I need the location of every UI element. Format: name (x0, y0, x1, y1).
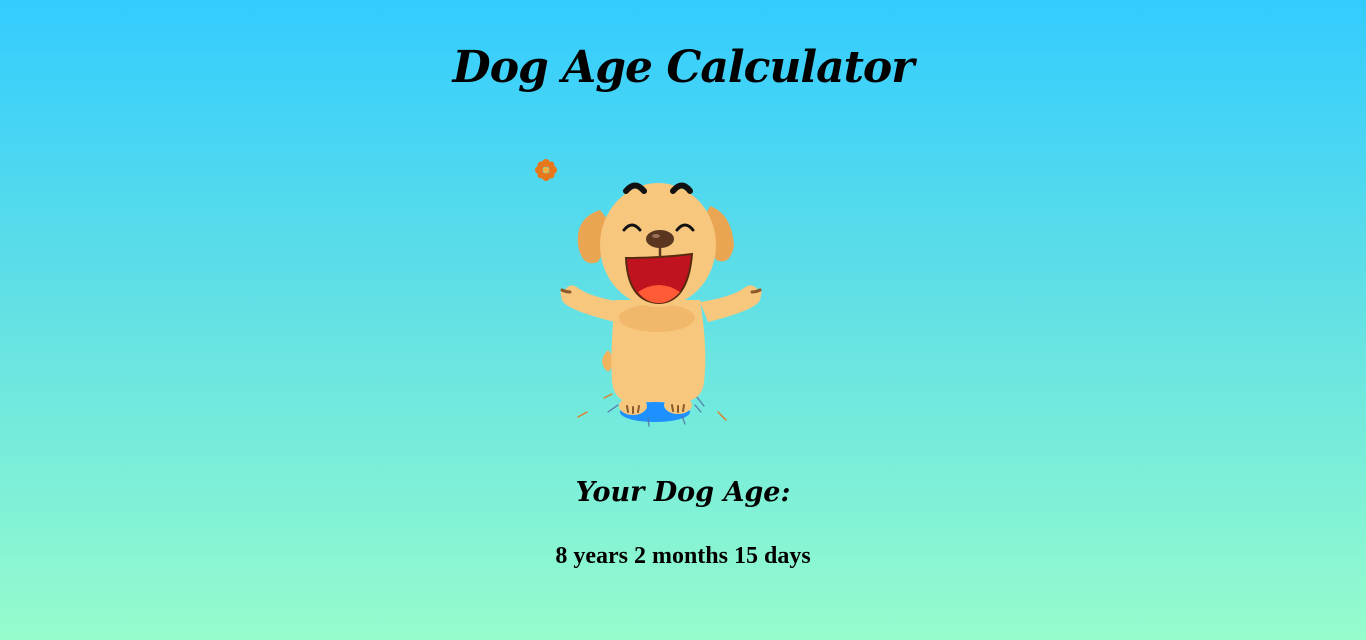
result-label: Your Dog Age: (575, 477, 791, 508)
happy-dog-illustration (520, 150, 780, 440)
page-title: Dog Age Calculator (452, 42, 915, 93)
flower-icon (535, 159, 557, 181)
dog-age-result: 8 years 2 months 15 days (555, 543, 811, 569)
